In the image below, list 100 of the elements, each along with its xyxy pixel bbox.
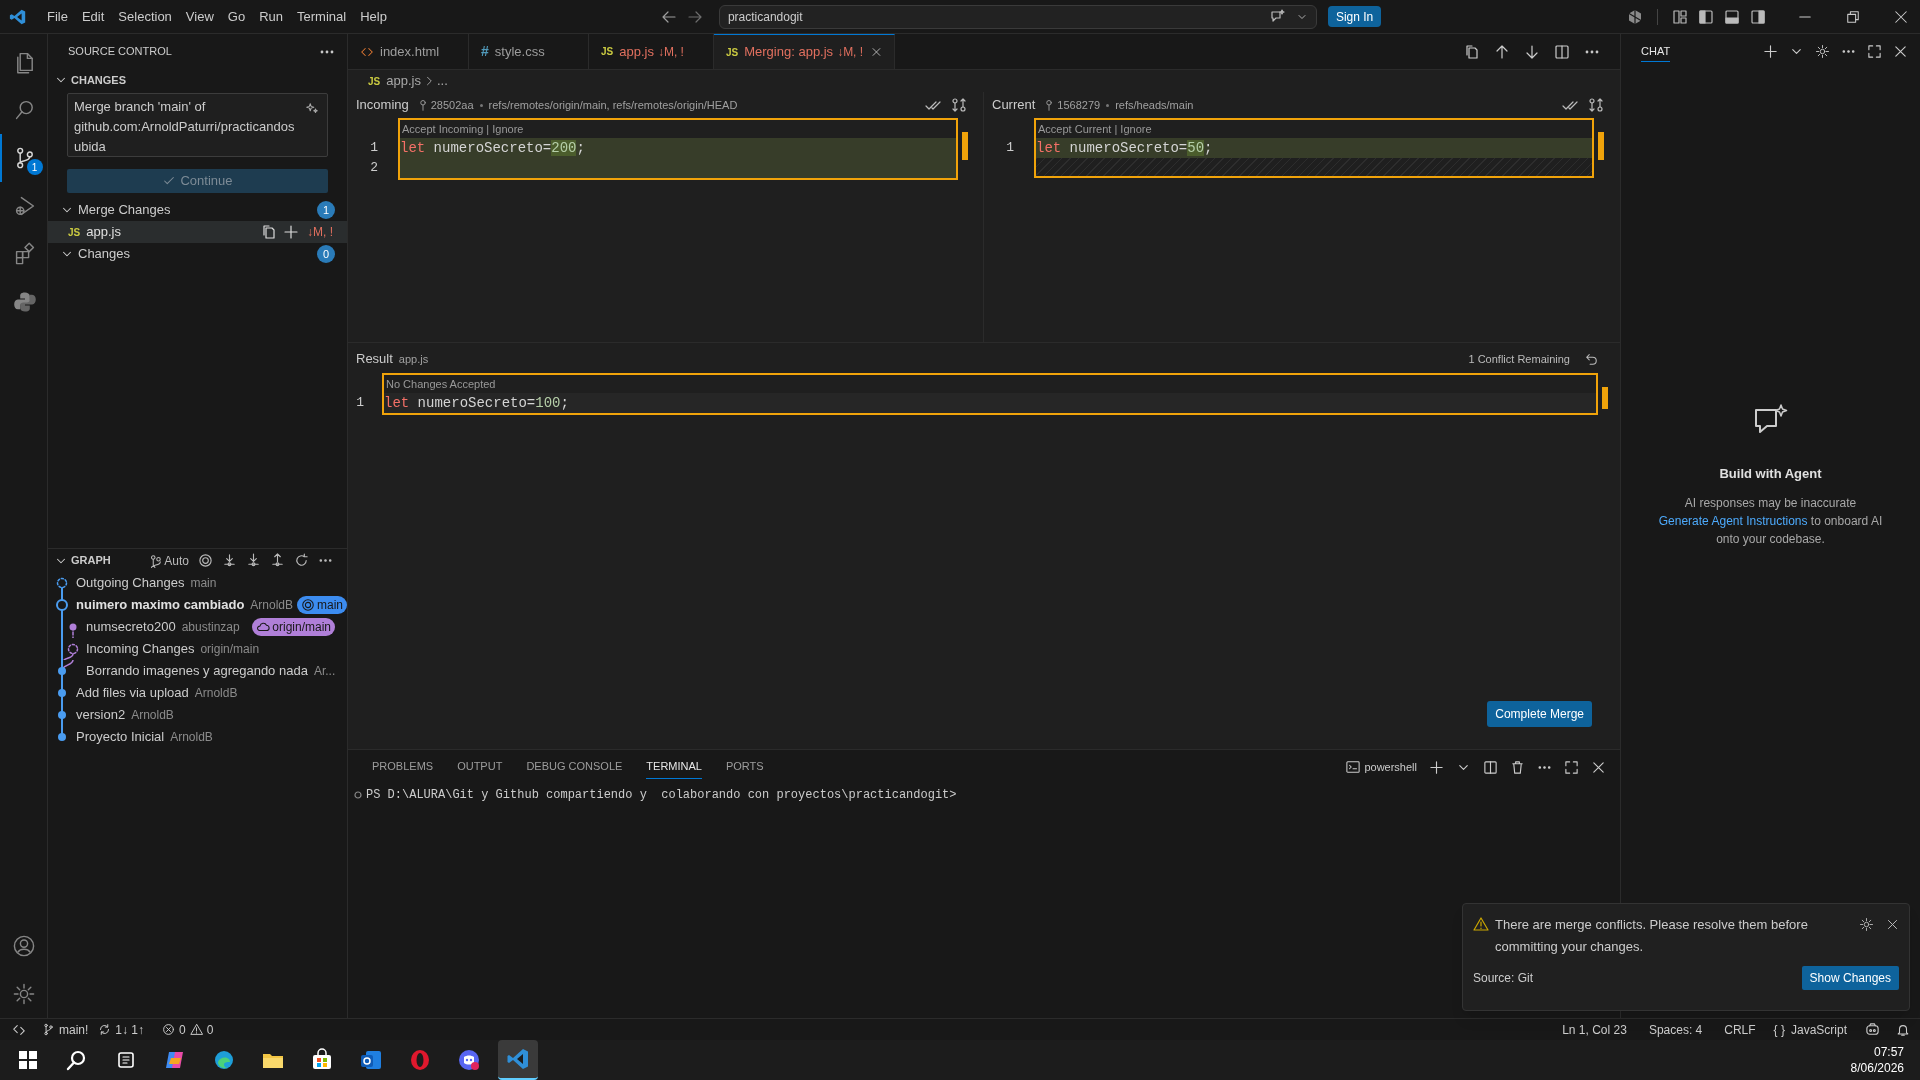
editor-tab[interactable]: JS Merging: app.js ↓M, ! <box>714 34 895 69</box>
target-icon[interactable] <box>198 553 213 568</box>
split-terminal-icon[interactable] <box>1483 759 1498 775</box>
panel-toggle-icon[interactable] <box>1724 8 1740 25</box>
settings-icon[interactable] <box>1815 44 1830 59</box>
breadcrumb-item[interactable]: ... <box>436 71 448 91</box>
taskbar-app[interactable] <box>497 1040 538 1080</box>
settings-icon[interactable] <box>11 982 36 1006</box>
agent-instructions-link[interactable]: Generate Agent Instructions <box>1658 513 1808 528</box>
panel-tab[interactable]: DEBUG CONSOLE <box>526 755 623 779</box>
pane-title: Current <box>992 96 1036 115</box>
account-icon[interactable] <box>11 934 36 958</box>
count-badge: 0 <box>317 245 335 263</box>
line-number: 1 <box>355 394 365 412</box>
command-center[interactable]: practicandogit <box>718 4 1317 29</box>
open-file-icon[interactable] <box>1464 43 1480 60</box>
push-icon[interactable] <box>270 553 285 568</box>
commit-message[interactable]: version2 <box>76 705 126 725</box>
commit-message[interactable]: Borrando imagenes y agregando nada <box>86 661 308 681</box>
commit-author: abustinzap <box>181 619 240 636</box>
commit-message[interactable]: nuimero maximo cambiado <box>76 595 245 615</box>
layout-grid-icon[interactable] <box>1672 8 1688 25</box>
cursor-position[interactable]: Ln 1, Col 23 <box>1562 1020 1627 1039</box>
maximize-icon[interactable] <box>1564 759 1579 775</box>
panel-tab[interactable]: OUTPUT <box>457 755 503 779</box>
branch-icon <box>148 553 163 568</box>
sign-in-button[interactable]: Sign In <box>1327 6 1382 27</box>
secondary-sidebar-toggle-icon[interactable] <box>1750 8 1766 25</box>
commit-message[interactable]: numsecreto200 <box>86 617 176 637</box>
plus-icon[interactable] <box>283 224 299 240</box>
settings-icon[interactable] <box>1859 917 1874 932</box>
commit-message[interactable]: Incoming Changes <box>86 639 195 659</box>
problems-status[interactable]: 0 0 <box>162 1020 214 1039</box>
undo-icon[interactable] <box>1584 352 1598 366</box>
codelens-actions[interactable]: Accept Incoming | Ignore <box>400 120 956 138</box>
commit-message-field[interactable]: Merge branch 'main' of github.com:ArnoldPaturri/practicandosubida <box>67 93 328 157</box>
menu-item[interactable]: Go <box>220 6 253 27</box>
panel-tab[interactable]: PORTS <box>725 755 764 779</box>
split-editor-icon[interactable] <box>1554 43 1570 60</box>
branch-ref-tag: main <box>297 596 348 614</box>
commit-message[interactable]: Outgoing Changes <box>76 573 185 593</box>
line-ending-status[interactable]: CRLF <box>1724 1020 1756 1039</box>
commit-message[interactable]: Proyecto Inicial <box>76 727 165 747</box>
file-row[interactable]: JS app.js ↓M, ! <box>48 221 347 243</box>
open-file-icon[interactable] <box>261 224 277 240</box>
section-header[interactable]: CHANGES <box>71 71 126 89</box>
close-icon[interactable] <box>1591 759 1606 775</box>
remote-icon[interactable] <box>12 1022 26 1037</box>
indentation-status[interactable]: Spaces: 4 <box>1648 1020 1703 1039</box>
arrow-down-icon[interactable] <box>1524 43 1540 60</box>
close-icon[interactable] <box>1886 918 1899 931</box>
compare-changes-icon[interactable] <box>1588 97 1604 113</box>
close-icon[interactable] <box>1894 9 1908 24</box>
menu-item[interactable]: Run <box>252 6 290 27</box>
trash-icon[interactable] <box>1510 759 1525 775</box>
chat-heading: Build with Agent <box>1719 465 1822 483</box>
clock-date: 8/06/2026 <box>1850 1060 1904 1076</box>
commit-message[interactable]: Add files via upload <box>76 683 189 703</box>
section-header[interactable]: GRAPH <box>71 552 111 569</box>
group-label[interactable]: Merge Changes <box>78 200 171 220</box>
close-icon[interactable] <box>1893 44 1908 59</box>
sparkle-icon[interactable] <box>305 102 319 116</box>
menu-item[interactable]: File <box>40 6 75 27</box>
group-label[interactable]: Changes <box>78 244 131 264</box>
auto-branch-button[interactable]: Auto <box>148 551 189 570</box>
bell-icon[interactable] <box>1896 1022 1910 1037</box>
refresh-icon[interactable] <box>294 553 309 568</box>
plus-icon[interactable] <box>1429 759 1444 775</box>
commit-author: main <box>190 575 217 592</box>
codelens-actions[interactable]: Accept Current | Ignore <box>1036 120 1592 138</box>
copilot-icon[interactable] <box>1865 1022 1880 1037</box>
plus-icon[interactable] <box>1763 44 1778 59</box>
panel-tab[interactable]: PROBLEMS <box>372 755 434 779</box>
count-badge: 1 <box>26 159 43 175</box>
panel-tab[interactable]: CHAT <box>1641 40 1671 63</box>
menu-item[interactable]: Terminal <box>290 6 354 27</box>
menu-item[interactable]: View <box>178 6 221 27</box>
fetch-icon[interactable] <box>222 553 237 568</box>
sidebar-toggle-icon[interactable] <box>1698 8 1714 25</box>
terminal-selector[interactable]: powershell <box>1346 758 1417 776</box>
copilot-icon[interactable] <box>1627 8 1643 25</box>
restore-icon[interactable] <box>1846 9 1860 24</box>
arrow-up-icon[interactable] <box>1494 43 1510 60</box>
branch-ref-tag: origin/main <box>252 618 335 636</box>
pull-icon[interactable] <box>246 553 261 568</box>
maximize-icon[interactable] <box>1867 44 1882 59</box>
menu-item[interactable]: Edit <box>74 6 112 27</box>
breadcrumb-item[interactable]: app.js <box>386 71 421 91</box>
panel-tab[interactable]: TERMINAL <box>646 755 702 779</box>
error-icon <box>162 1023 176 1036</box>
show-changes-button[interactable]: Show Changes <box>1801 966 1899 990</box>
sync-status[interactable]: 1↓ 1↑ <box>98 1020 145 1039</box>
menu-item[interactable]: Selection <box>111 6 179 27</box>
js-file-icon: JS <box>368 73 381 89</box>
language-status[interactable]: { } JavaScript <box>1773 1020 1847 1039</box>
compare-changes-icon[interactable] <box>951 97 967 113</box>
pane-title: Incoming <box>356 96 409 115</box>
complete-merge-button[interactable]: Complete Merge <box>1487 701 1592 727</box>
menu-item[interactable]: Help <box>353 6 394 27</box>
branch-status[interactable]: main! <box>42 1020 89 1039</box>
